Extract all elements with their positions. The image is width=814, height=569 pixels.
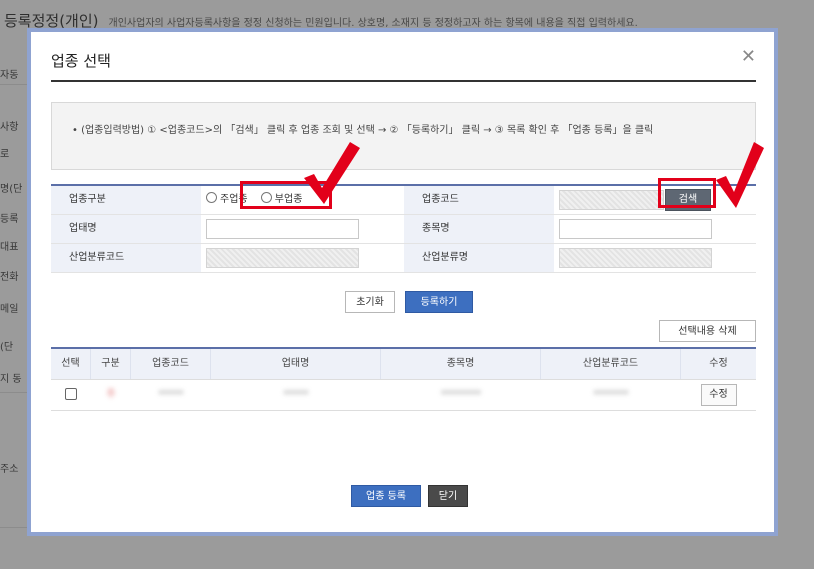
add-button[interactable]: 등록하기: [405, 291, 473, 313]
register-industry-button[interactable]: 업종 등록: [351, 485, 421, 507]
instruction-box: • (업종입력방법) ① <업종코드>의 「검색」 클릭 후 업종 조회 및 선…: [51, 102, 756, 170]
industry-class-code-label: 산업분류코드: [51, 244, 201, 272]
industry-code-label: 업종코드: [404, 186, 554, 214]
reset-button[interactable]: 초기화: [345, 291, 395, 313]
item-input[interactable]: [559, 219, 712, 239]
column-header: 업종코드: [131, 349, 211, 379]
industry-class-name-label: 산업분류명: [404, 244, 554, 272]
form-row: 산업분류코드 산업분류명: [51, 244, 756, 273]
edit-cell: 수정: [681, 380, 756, 410]
column-header: 산업분류코드: [541, 349, 681, 379]
close-icon[interactable]: ✕: [741, 48, 756, 66]
close-button[interactable]: 닫기: [428, 485, 468, 507]
title-divider: [51, 80, 756, 82]
delete-selected-button[interactable]: 선택내용 삭제: [659, 320, 756, 342]
highlight-box-search: [658, 178, 716, 208]
industry-cell: *******: [593, 389, 629, 400]
red-checkmark-icon: [716, 142, 764, 208]
business-type-input[interactable]: [206, 219, 359, 239]
item-cell: ********: [441, 389, 481, 400]
row-select-cell: [51, 380, 91, 410]
industry-type-label: 업종구분: [51, 186, 201, 214]
type-cell: 주: [106, 389, 116, 400]
industry-code-input: [559, 190, 664, 210]
edit-button[interactable]: 수정: [700, 384, 737, 406]
column-header: 선택: [51, 349, 91, 379]
column-header: 업태명: [211, 349, 381, 379]
instruction-text: • (업종입력방법) ① <업종코드>의 「검색」 클릭 후 업종 조회 및 선…: [72, 125, 654, 136]
row-checkbox[interactable]: [65, 388, 77, 400]
industry-select-modal: 업종 선택 ✕ • (업종입력방법) ① <업종코드>의 「검색」 클릭 후 업…: [27, 28, 778, 536]
column-header: 종목명: [381, 349, 541, 379]
business-type-label: 업태명: [51, 215, 201, 243]
industry-table: 선택 구분 업종코드 업태명 종목명 산업분류코드 수정 주 ***** ***…: [51, 347, 756, 411]
column-header: 수정: [709, 358, 728, 369]
table-row: 주 ***** ***** ******** ******* 수정: [51, 380, 756, 411]
column-header: 구분: [91, 349, 131, 379]
industry-class-code-input: [206, 248, 359, 268]
code-cell: *****: [158, 389, 184, 400]
item-label: 종목명: [404, 215, 554, 243]
modal-title: 업종 선택: [51, 52, 111, 70]
business-cell: *****: [283, 389, 309, 400]
radio-circle-icon: [206, 192, 217, 203]
table-header: 선택 구분 업종코드 업태명 종목명 산업분류코드 수정: [51, 349, 756, 380]
industry-class-name-input: [559, 248, 712, 268]
form-row: 업태명 종목명: [51, 215, 756, 244]
form-row: 업종구분 주업종 부업종 업종코드 검색: [51, 186, 756, 215]
industry-form: 업종구분 주업종 부업종 업종코드 검색 업태명 종목명 산업분류코드 산업분류…: [51, 184, 756, 273]
red-checkmark-icon: [304, 142, 360, 204]
